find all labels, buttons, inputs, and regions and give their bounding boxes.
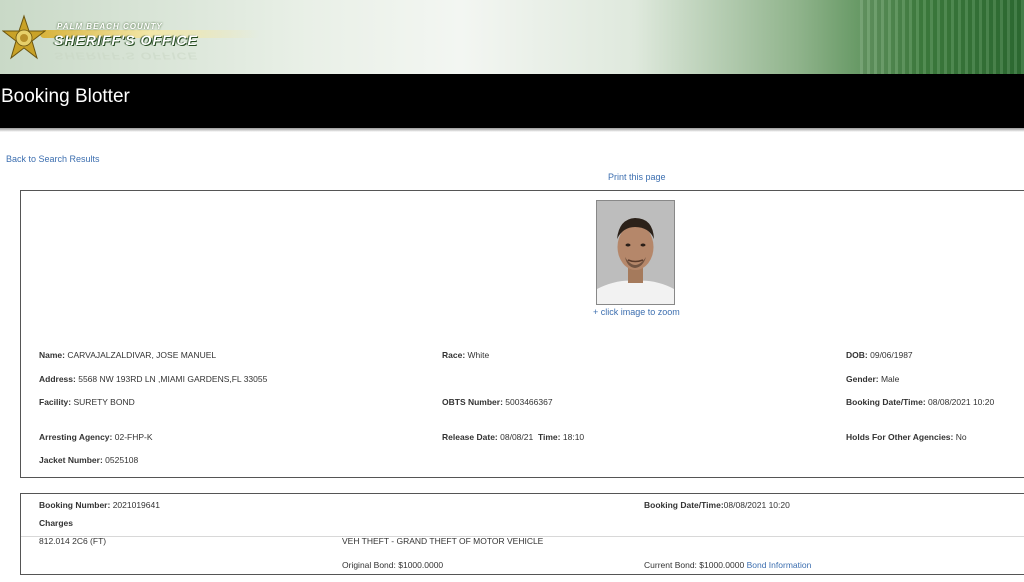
gender-field: Gender: Male xyxy=(846,374,899,384)
current-bond-label: Current Bond: xyxy=(644,560,697,570)
bond-information-link[interactable]: Bond Information xyxy=(747,560,812,570)
holds-field: Holds For Other Agencies: No xyxy=(846,432,967,442)
print-page-link[interactable]: Print this page xyxy=(608,172,666,182)
address-label: Address: xyxy=(39,374,76,384)
release-date-label: Release Date: xyxy=(442,432,498,442)
back-to-search-link[interactable]: Back to Search Results xyxy=(6,154,100,164)
arresting-agency-label: Arresting Agency: xyxy=(39,432,113,442)
sheriff-star-badge-icon xyxy=(2,14,46,60)
release-date-value: 08/08/21 xyxy=(500,432,534,442)
current-bond-value: $1000.0000 xyxy=(699,560,745,570)
charges-heading: Charges xyxy=(39,518,73,528)
jacket-number-field: Jacket Number: 0525108 xyxy=(39,455,138,465)
mugshot-portrait-icon xyxy=(597,201,674,304)
facility-field: Facility: SURETY BOND xyxy=(39,397,135,407)
title-bar-shadow xyxy=(0,128,1024,132)
race-field: Race: White xyxy=(442,350,489,360)
booking-panel-datetime-value: 08/08/2021 10:20 xyxy=(723,500,790,510)
holds-label: Holds For Other Agencies: xyxy=(846,432,954,442)
current-bond-field: Current Bond: $1000.0000 Bond Informatio… xyxy=(644,560,811,570)
charge-description: VEH THEFT - GRAND THEFT OF MOTOR VEHICLE xyxy=(342,536,544,546)
gender-label: Gender: xyxy=(846,374,879,384)
booking-panel-datetime-field: Booking Date/Time:08/08/2021 10:20 xyxy=(644,500,790,510)
race-value: White xyxy=(467,350,490,360)
facility-value: SURETY BOND xyxy=(73,397,135,407)
original-bond-value: $1000.0000 xyxy=(398,560,444,570)
dob-value: 09/06/1987 xyxy=(870,350,913,360)
charge-statute: 812.014 2C6 (FT) xyxy=(39,536,107,546)
original-bond-label: Original Bond: xyxy=(342,560,396,570)
jacket-number-label: Jacket Number: xyxy=(39,455,103,465)
site-banner: PALM BEACH COUNTY SHERIFF'S OFFICE SHERI… xyxy=(0,0,1024,74)
address-value: 5568 NW 193RD LN ,MIAMI GARDENS,FL 33055 xyxy=(78,374,268,384)
holds-value: No xyxy=(955,432,967,442)
obts-label: OBTS Number: xyxy=(442,397,503,407)
org-subtitle: PALM BEACH COUNTY xyxy=(57,22,163,31)
facility-label: Facility: xyxy=(39,397,72,407)
page-title: Booking Blotter xyxy=(1,86,130,107)
name-field: Name: CARVAJALZALDIVAR, JOSE MANUEL xyxy=(39,350,216,360)
name-label: Name: xyxy=(39,350,65,360)
release-time-value: 18:10 xyxy=(562,432,585,442)
dob-label: DOB: xyxy=(846,350,868,360)
arresting-agency-field: Arresting Agency: 02-FHP-K xyxy=(39,432,153,442)
dob-field: DOB: 09/06/1987 xyxy=(846,350,913,360)
banner-stripes xyxy=(860,0,1024,74)
release-field: Release Date: 08/08/21 Time: 18:10 xyxy=(442,432,584,442)
mugshot-image[interactable] xyxy=(596,200,675,305)
booking-datetime-label: Booking Date/Time: xyxy=(846,397,926,407)
charges-label: Charges xyxy=(39,518,74,528)
booking-number-value: 2021019641 xyxy=(112,500,160,510)
obts-field: OBTS Number: 5003466367 xyxy=(442,397,553,407)
jacket-number-value: 0525108 xyxy=(105,455,139,465)
title-bar: Booking Blotter xyxy=(0,74,1024,128)
booking-datetime-value: 08/08/2021 10:20 xyxy=(928,397,995,407)
original-bond-field: Original Bond: $1000.0000 xyxy=(342,560,443,570)
address-field: Address: 5568 NW 193RD LN ,MIAMI GARDENS… xyxy=(39,374,267,384)
obts-value: 5003466367 xyxy=(505,397,553,407)
inmate-details-panel: + click image to zoom Name: CARVAJALZALD… xyxy=(20,190,1024,478)
booking-panel-datetime-label: Booking Date/Time: xyxy=(644,500,724,510)
booking-charges-panel: Booking Number: 2021019641 Booking Date/… xyxy=(20,493,1024,575)
booking-number-label: Booking Number: xyxy=(39,500,111,510)
race-label: Race: xyxy=(442,350,466,360)
booking-number-field: Booking Number: 2021019641 xyxy=(39,500,160,510)
gender-value: Male xyxy=(880,374,900,384)
org-title-reflection: SHERIFF'S OFFICE xyxy=(54,50,198,62)
name-value: CARVAJALZALDIVAR, JOSE MANUEL xyxy=(67,350,217,360)
arresting-agency-value: 02-FHP-K xyxy=(114,432,153,442)
zoom-image-link[interactable]: + click image to zoom xyxy=(593,307,680,317)
org-title: SHERIFF'S OFFICE xyxy=(54,32,198,48)
release-time-label: Time: xyxy=(537,432,561,442)
booking-datetime-field: Booking Date/Time: 08/08/2021 10:20 xyxy=(846,397,994,407)
